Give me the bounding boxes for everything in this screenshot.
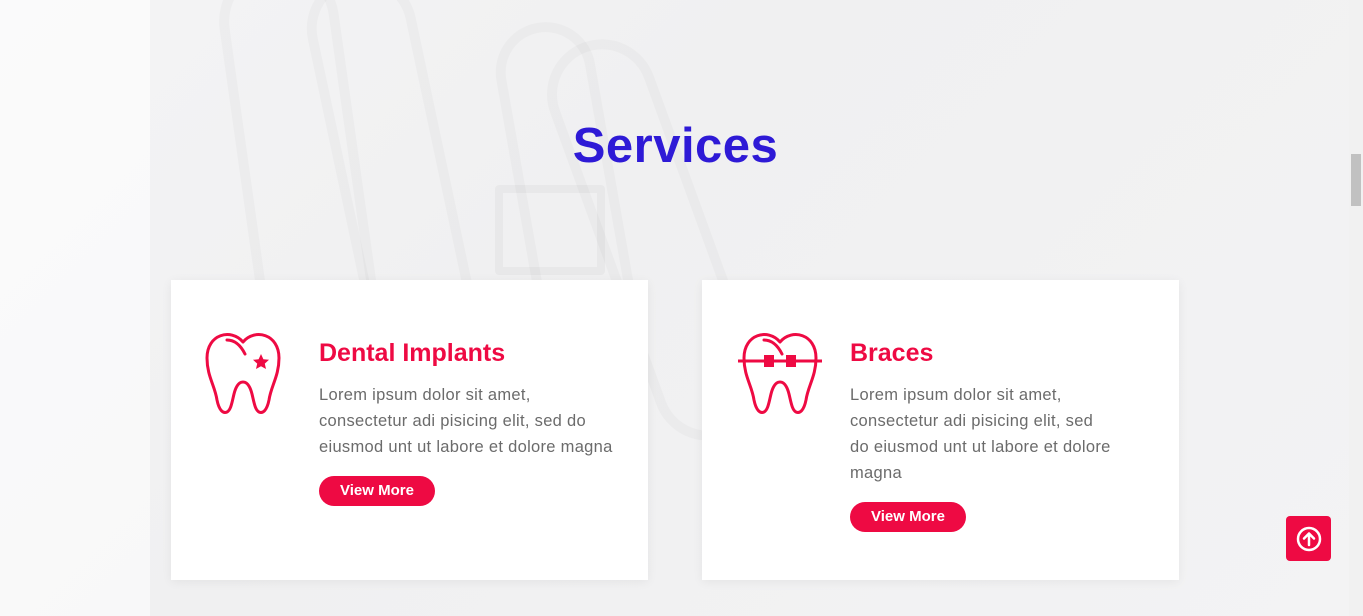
- arrow-up-circle-icon: [1296, 526, 1321, 551]
- section-title: Services: [572, 119, 779, 173]
- service-description: Lorem ipsum dolor sit amet, consectetur …: [319, 386, 613, 456]
- scrollbar-thumb[interactable]: [1351, 154, 1361, 206]
- view-more-button[interactable]: View More: [850, 502, 966, 532]
- service-title: Braces: [850, 339, 934, 367]
- tooth-braces-icon: [732, 330, 822, 420]
- background-photo: [0, 0, 150, 616]
- tooth-star-icon: [201, 330, 285, 420]
- services-page: Services Dental Implants Lorem ipsum dol…: [0, 0, 1363, 616]
- service-title: Dental Implants: [319, 339, 506, 367]
- service-card-dental-implants: Dental Implants Lorem ipsum dolor sit am…: [171, 280, 648, 580]
- service-description: Lorem ipsum dolor sit amet, consectetur …: [850, 386, 1111, 482]
- service-card-braces: Braces Lorem ipsum dolor sit amet, conse…: [702, 280, 1179, 580]
- background-photo-shape: [495, 185, 605, 275]
- service-card-body: Dental Implants Lorem ipsum dolor sit am…: [319, 338, 619, 506]
- scroll-to-top-button[interactable]: [1286, 516, 1331, 561]
- view-more-button[interactable]: View More: [319, 476, 435, 506]
- service-card-body: Braces Lorem ipsum dolor sit amet, conse…: [850, 338, 1150, 532]
- page-scrollbar[interactable]: [1349, 0, 1363, 616]
